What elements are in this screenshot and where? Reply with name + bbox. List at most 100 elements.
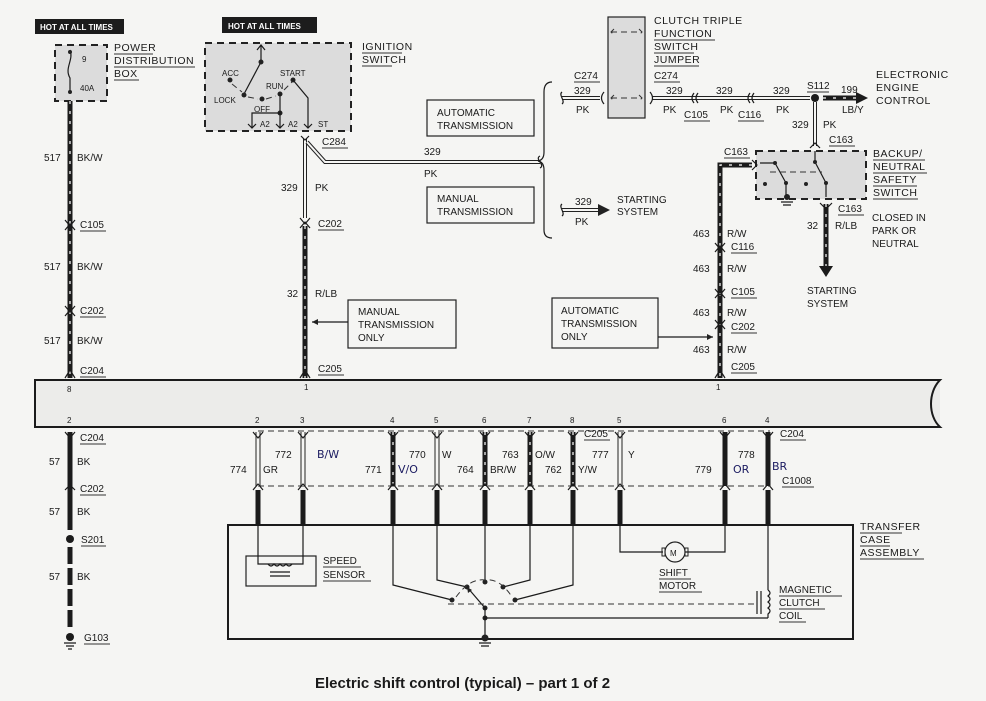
wire-color-bk-2: BK — [77, 507, 91, 518]
harness-wire-764: 764 BR/W — [457, 431, 517, 525]
ignition-name-line2: SWITCH — [362, 54, 406, 66]
svg-text:C105: C105 — [80, 220, 104, 231]
svg-text:ELECTRONIC: ELECTRONIC — [876, 69, 949, 81]
module-bottom-pin: 2 — [255, 416, 260, 425]
harness-wire-circuit: 764 — [457, 465, 474, 476]
svg-text:SWITCH: SWITCH — [873, 187, 917, 199]
wire-label-57-3: 57 — [49, 572, 61, 583]
wire-57-left — [64, 431, 76, 650]
module-bottom-pin: 6 — [482, 416, 487, 425]
wire-color-bkw-2: BK/W — [77, 262, 103, 273]
connector-c205-right: C205 — [731, 362, 755, 373]
ground-icon-transfer — [479, 642, 491, 647]
harness-wire-770: 770 W — [409, 431, 452, 525]
svg-text:ASSEMBLY: ASSEMBLY — [860, 547, 920, 559]
wire-label-517-3: 517 — [44, 336, 61, 347]
wire-color-rw-1: R/W — [727, 229, 747, 240]
module-bottom-pin: 4 — [765, 416, 770, 425]
magnetic-clutch-coil: MAGNETIC CLUTCH COIL — [756, 525, 842, 623]
wire-label-57-2: 57 — [49, 507, 61, 518]
svg-text:LB/Y: LB/Y — [842, 105, 864, 116]
svg-text:PK: PK — [720, 105, 734, 116]
ignition-pos-off: OFF — [254, 105, 270, 114]
svg-text:C274: C274 — [654, 71, 678, 82]
svg-text:MANUAL: MANUAL — [358, 307, 400, 318]
connector-c202-right: C202 — [731, 322, 755, 333]
svg-text:MOTOR: MOTOR — [659, 581, 696, 592]
wire-label-32: 32 — [287, 289, 299, 300]
module-bottom-pin: 5 — [617, 416, 622, 425]
harness-wire-color: OR — [733, 463, 750, 476]
harness-wire-circuit: 774 — [230, 465, 247, 476]
wire-32-starting: C163 32 R/LB STARTING SYSTEM — [807, 202, 864, 310]
diagram-caption: Electric shift control (typical) – part … — [315, 675, 610, 692]
svg-text:ONLY: ONLY — [358, 333, 385, 344]
svg-text:FUNCTION: FUNCTION — [654, 28, 712, 40]
harness-wire-777: 777 Y — [592, 431, 635, 525]
module-bottom-pin: 8 — [570, 416, 575, 425]
ignition-term-a2-2: A2 — [288, 120, 298, 129]
wire-label-329-h: 329 — [424, 147, 441, 158]
svg-text:SAFETY: SAFETY — [873, 174, 917, 186]
svg-text:329: 329 — [773, 86, 790, 97]
wire-label-463-3: 463 — [693, 308, 710, 319]
svg-text:NEUTRAL: NEUTRAL — [872, 239, 919, 250]
svg-text:C202: C202 — [318, 219, 342, 230]
wire-label-463-2: 463 — [693, 264, 710, 275]
harness-wire-circuit: 779 — [695, 465, 712, 476]
connector-c202-lower: C202 — [80, 484, 104, 495]
wire-199-eec: 199 LB/Y ELECTRONIC ENGINE CONTROL — [823, 69, 949, 116]
svg-text:TRANSFER: TRANSFER — [860, 521, 921, 533]
wire-329-jumper-left: C274 329 PK — [560, 71, 605, 116]
harness-wire-779: 779 OR — [695, 431, 750, 525]
hot-label-ignition: HOT AT ALL TIMES — [222, 17, 317, 33]
ignition-switch: ACC LOCK OFF RUN START A2 A2 ST IGNITION… — [204, 41, 413, 132]
module-top-pin-8: 8 — [67, 385, 72, 394]
pdb-name-line3: BOX — [114, 68, 138, 80]
svg-text:STARTING: STARTING — [617, 195, 667, 206]
fuse-rating: 40A — [80, 84, 95, 93]
svg-text:AUTOMATIC: AUTOMATIC — [437, 108, 495, 119]
clutch-jumper: CLUTCH TRIPLE FUNCTION SWITCH JUMPER — [607, 15, 743, 119]
svg-text:329: 329 — [792, 120, 809, 131]
svg-text:32: 32 — [807, 221, 819, 232]
svg-text:ONLY: ONLY — [561, 332, 588, 343]
note-automatic-only: AUTOMATIC TRANSMISSION ONLY — [551, 297, 713, 349]
harness-wires: 774 GR 772 B/W 771 V/O 770 W 764 BR/W 763 O/W 762 Y/W… — [230, 431, 788, 525]
wire-color-rw-2: R/W — [727, 264, 747, 275]
harness-wire-color: W — [442, 450, 452, 461]
wire-label-57-1: 57 — [49, 457, 61, 468]
module-top-pin-1b: 1 — [716, 383, 721, 392]
svg-text:S112: S112 — [807, 81, 830, 92]
harness-wire-778: 778 BR — [738, 431, 788, 525]
svg-text:SHIFT: SHIFT — [659, 568, 688, 579]
svg-text:PK: PK — [776, 105, 790, 116]
svg-text:MANUAL: MANUAL — [437, 194, 479, 205]
module-bottom-pin: 2 — [67, 416, 72, 425]
harness-wire-772: 772 B/W — [275, 431, 339, 525]
wire-color-rlb: R/LB — [315, 289, 338, 300]
harness-wire-circuit: 777 — [592, 450, 609, 461]
wire-color-pk-h: PK — [424, 169, 438, 180]
svg-text:C204: C204 — [80, 366, 104, 377]
harness-wire-762: 762 Y/W — [545, 431, 597, 525]
svg-text:SENSOR: SENSOR — [323, 570, 365, 581]
svg-text:PK: PK — [576, 105, 590, 116]
connector-c116-right: C116 — [731, 242, 755, 253]
harness-wire-color: Y/W — [578, 465, 597, 476]
pdb-name-line1: POWER — [114, 42, 156, 54]
ignition-name-line1: IGNITION — [362, 41, 413, 53]
svg-text:329: 329 — [666, 86, 683, 97]
splice-s201-dot — [66, 535, 74, 543]
svg-text:CLUTCH TRIPLE: CLUTCH TRIPLE — [654, 15, 743, 27]
svg-text:TRANSMISSION: TRANSMISSION — [437, 121, 513, 132]
svg-text:PK: PK — [663, 105, 677, 116]
svg-text:NEUTRAL: NEUTRAL — [873, 161, 926, 173]
box-automatic-transmission: AUTOMATIC TRANSMISSION — [426, 99, 535, 137]
note-closed-in-park: CLOSED IN PARK OR NEUTRAL — [872, 213, 926, 250]
svg-text:JUMPER: JUMPER — [654, 54, 700, 66]
svg-text:R/LB: R/LB — [835, 221, 858, 232]
connector-c1008: C1008 — [782, 476, 812, 487]
wire-color-rw-3: R/W — [727, 308, 747, 319]
svg-text:SWITCH: SWITCH — [654, 41, 698, 53]
